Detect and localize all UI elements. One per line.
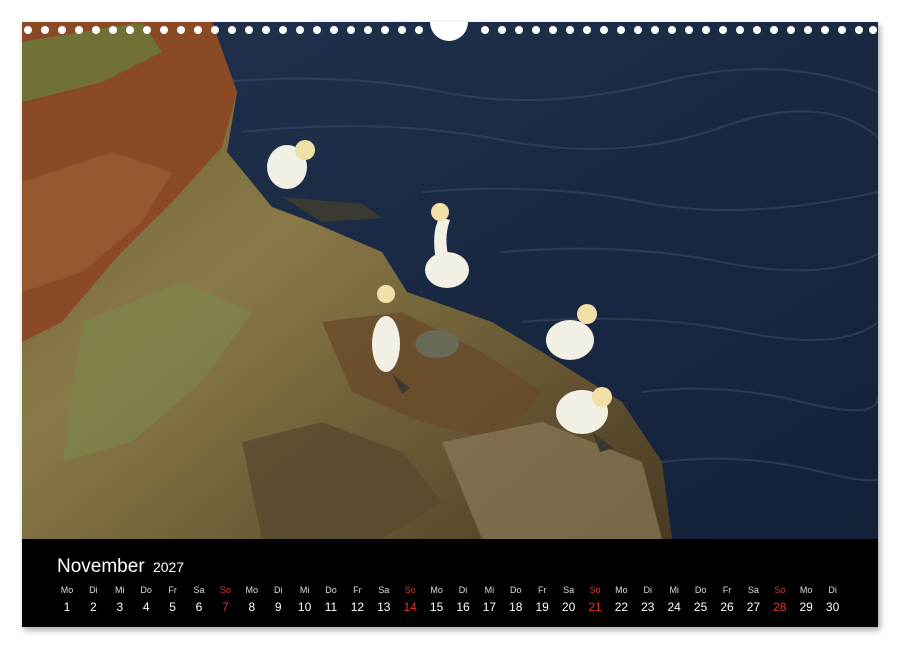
- weekday-label: Mo: [430, 585, 443, 595]
- day-cell: Di 16: [450, 583, 476, 617]
- day-number: 2: [90, 600, 97, 614]
- day-number: 24: [667, 600, 681, 614]
- day-number: 28: [773, 600, 787, 614]
- day-cell: Di 30: [820, 583, 846, 617]
- weekday-label: So: [404, 585, 416, 595]
- day-number: 1: [63, 600, 71, 614]
- weekday-label: Do: [325, 585, 337, 595]
- calendar-page: November 2027 Mo 1 Di 2 Mi 3 Do 4 Fr 5 Sa 6 So 7 Mo 8 Di…: [22, 22, 878, 627]
- day-cell: Fr 19: [529, 583, 555, 617]
- weekday-label: Mo: [615, 585, 628, 595]
- day-number: 5: [169, 600, 176, 614]
- weekday-label: Mi: [484, 585, 495, 595]
- year-label: 2027: [152, 559, 185, 575]
- weekday-label: Do: [510, 585, 522, 595]
- weekday-label: Fr: [722, 585, 732, 595]
- day-cell: Sa 27: [740, 583, 766, 617]
- day-cell: Mi 17: [476, 583, 502, 617]
- day-number: 23: [641, 600, 655, 614]
- day-cell: Sa 20: [556, 583, 582, 617]
- weekday-label: Mi: [115, 585, 125, 595]
- day-cell: Di 23: [635, 583, 661, 617]
- day-number: 22: [614, 600, 629, 614]
- day-cell: Mi 3: [107, 583, 133, 617]
- day-number: 11: [324, 600, 338, 614]
- day-number: 29: [799, 600, 813, 614]
- weekday-label: Mi: [669, 585, 679, 595]
- month-title: November 2027: [57, 556, 184, 578]
- day-number: 12: [350, 600, 365, 614]
- weekday-label: Fr: [353, 585, 362, 595]
- month-name: November: [57, 556, 145, 577]
- day-number: 6: [195, 600, 203, 614]
- day-number: 4: [142, 600, 150, 614]
- day-cell: Mo 29: [793, 583, 819, 617]
- gannet-cliff-photo: [22, 22, 878, 539]
- day-cell: Mo 1: [54, 583, 80, 617]
- day-cell: Sa 13: [371, 583, 397, 617]
- day-cell: Do 25: [688, 583, 714, 617]
- weekday-label: Fr: [168, 585, 177, 595]
- weekday-label: Di: [458, 585, 468, 595]
- day-number: 9: [274, 600, 282, 614]
- day-number: 17: [482, 600, 497, 614]
- day-cell: Do 18: [503, 583, 529, 617]
- day-number: 27: [746, 600, 761, 614]
- day-cell: Mo 8: [239, 583, 265, 617]
- day-number: 19: [535, 600, 549, 614]
- day-cell: Di 9: [265, 583, 291, 617]
- day-cell: Fr 5: [160, 583, 186, 617]
- day-number: 16: [456, 600, 470, 614]
- weekday-label: Do: [694, 585, 707, 595]
- calendar-strip: November 2027 Mo 1 Di 2 Mi 3 Do 4 Fr 5 Sa 6 So 7 Mo 8 Di…: [22, 539, 878, 627]
- day-number: 7: [222, 600, 229, 614]
- day-number: 13: [377, 600, 391, 614]
- day-cell: Mi 10: [292, 583, 318, 617]
- weekday-label: Fr: [537, 585, 547, 595]
- day-number: 25: [693, 600, 708, 614]
- day-number: 20: [561, 600, 576, 614]
- weekday-label: So: [219, 585, 231, 595]
- day-cell: Fr 12: [344, 583, 370, 617]
- weekday-label: So: [774, 585, 786, 595]
- day-cell: Mo 22: [608, 583, 634, 617]
- day-cell: Mo 15: [424, 583, 450, 617]
- weekday-label: Mi: [299, 585, 310, 595]
- weekday-label: Di: [828, 585, 837, 595]
- weekday-label: Mo: [245, 585, 259, 595]
- day-number: 15: [429, 600, 444, 614]
- day-number: 30: [825, 600, 840, 614]
- weekday-label: Sa: [747, 585, 759, 595]
- days-row: Mo 1 Di 2 Mi 3 Do 4 Fr 5 Sa 6 So 7 Mo 8 Di 9 Mi 10 Do 11 Fr 12 S…: [54, 583, 874, 623]
- weekday-label: Di: [643, 585, 653, 595]
- weekday-label: Di: [89, 585, 98, 595]
- day-cell: Mi 24: [661, 583, 687, 617]
- day-cell: Do 11: [318, 583, 344, 617]
- day-number: 3: [116, 600, 124, 614]
- weekday-label: Sa: [563, 585, 575, 595]
- weekday-label: Sa: [378, 585, 390, 595]
- weekday-label: Di: [273, 585, 283, 595]
- day-cell: So 14: [397, 583, 423, 617]
- weekday-label: Sa: [193, 585, 205, 595]
- day-number: 14: [403, 600, 417, 614]
- day-cell: Di 2: [80, 583, 106, 617]
- day-cell: Do 4: [133, 583, 159, 617]
- weekday-label: Do: [140, 585, 152, 595]
- day-cell: So 21: [582, 583, 608, 617]
- day-cell: Sa 6: [186, 583, 212, 617]
- day-number: 26: [720, 600, 734, 614]
- day-cell: So 28: [767, 583, 793, 617]
- day-number: 18: [509, 600, 523, 614]
- weekday-label: Mo: [799, 585, 813, 595]
- day-cell: So 7: [212, 583, 238, 617]
- day-number: 8: [248, 600, 256, 614]
- weekday-label: So: [589, 585, 601, 595]
- day-number: 10: [297, 600, 312, 614]
- weekday-label: Mo: [60, 585, 74, 595]
- day-cell: Fr 26: [714, 583, 740, 617]
- day-number: 21: [588, 600, 602, 614]
